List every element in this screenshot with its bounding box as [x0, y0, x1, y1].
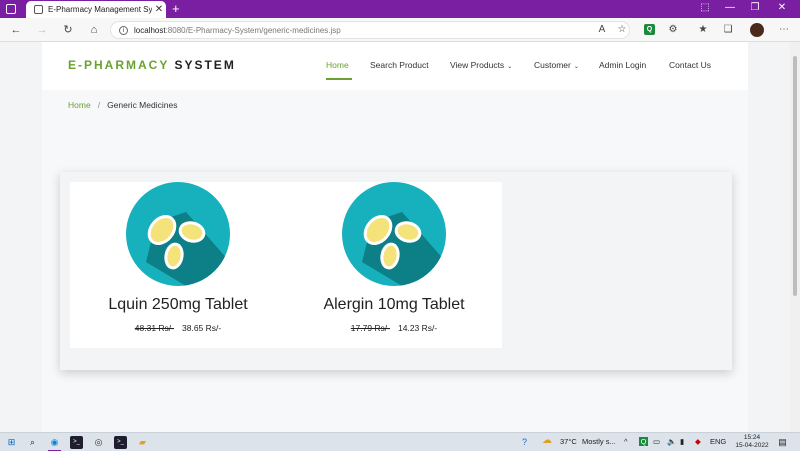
volume-icon[interactable]: 🔈: [667, 437, 676, 446]
weather-icon[interactable]: ☁: [542, 435, 552, 446]
clock-date: 15-04-2022: [735, 442, 769, 449]
nav-search-product[interactable]: Search Product: [370, 60, 429, 70]
extensions-puzzle-icon[interactable]: ⚙: [665, 22, 681, 38]
windows-taskbar: ⊞ ⌕ ◉ >_ ◎ >_ ▰ ? ☁ 37°C Mostly s... ^ Q…: [0, 432, 800, 451]
nav-customer[interactable]: Customer ⌄: [534, 60, 579, 70]
terminal-icon[interactable]: >_: [70, 436, 83, 449]
original-price: 48.31 Rs/-: [134, 323, 174, 333]
network-icon[interactable]: ▭: [653, 437, 660, 446]
products-grid: Lquin 250mg Tablet 48.31 Rs/- 38.65 Rs/-: [70, 182, 502, 348]
site-container: E-PHARMACY SYSTEM Home Search Product Vi…: [42, 42, 748, 432]
discounted-price: 14.23 Rs/-: [398, 323, 438, 333]
breadcrumb-home-link[interactable]: Home: [68, 100, 91, 110]
weather-text[interactable]: Mostly s...: [582, 437, 616, 446]
weather-temp[interactable]: 37°C: [560, 437, 577, 446]
tab-title: E-Pharmacy Management Syste: [48, 5, 152, 14]
browser-tab-strip: E-Pharmacy Management Syste ✕ + ⬚ — ❐ ✕: [0, 0, 800, 18]
notifications-icon[interactable]: ▤: [776, 436, 789, 449]
back-button[interactable]: ←: [8, 22, 24, 38]
restore-button[interactable]: ❐: [745, 2, 765, 13]
minimize-button[interactable]: —: [720, 2, 740, 13]
close-tab-icon[interactable]: ✕: [152, 4, 166, 15]
chevron-up-icon[interactable]: ^: [624, 437, 628, 446]
nav-customer-label: Customer: [534, 60, 571, 70]
console-icon[interactable]: >_: [114, 436, 127, 449]
refresh-button[interactable]: ↻: [60, 22, 76, 38]
product-name[interactable]: Alergin 10mg Tablet: [286, 296, 502, 314]
forward-button[interactable]: →: [34, 22, 50, 38]
product-price: 48.31 Rs/- 38.65 Rs/-: [70, 323, 286, 333]
breadcrumb-separator: /: [97, 100, 101, 110]
page-scrollbar[interactable]: [790, 42, 800, 432]
site-logo[interactable]: E-PHARMACY SYSTEM: [68, 58, 236, 72]
window-menu-icon[interactable]: [6, 4, 16, 14]
more-menu-icon[interactable]: ⋯: [776, 22, 792, 38]
url-host: localhost: [134, 25, 166, 35]
site-info-icon[interactable]: i: [119, 25, 128, 35]
site-header: E-PHARMACY SYSTEM Home Search Product Vi…: [42, 42, 748, 90]
browser-tab[interactable]: E-Pharmacy Management Syste ✕: [26, 1, 166, 18]
page-favicon-icon: [34, 5, 43, 14]
breadcrumb-current: Generic Medicines: [107, 100, 178, 110]
home-button[interactable]: ⌂: [86, 22, 102, 38]
page-viewport: E-PHARMACY SYSTEM Home Search Product Vi…: [0, 42, 790, 432]
battery-icon[interactable]: ▮: [680, 437, 684, 446]
read-aloud-icon[interactable]: A: [594, 22, 610, 38]
nav-home[interactable]: Home: [326, 60, 349, 70]
chevron-down-icon: ⌄: [573, 64, 579, 70]
edge-browser-icon[interactable]: ◉: [48, 436, 61, 449]
extension-icon[interactable]: Q: [644, 24, 655, 35]
profile-menu-icon[interactable]: ⬚: [695, 2, 715, 13]
new-tab-button[interactable]: +: [172, 1, 180, 16]
close-window-button[interactable]: ✕: [772, 2, 792, 13]
language-indicator[interactable]: ENG: [710, 437, 726, 446]
security-icon[interactable]: ◆: [695, 437, 701, 446]
favorites-icon[interactable]: ★: [695, 22, 711, 38]
nav-contact-us[interactable]: Contact Us: [669, 60, 711, 70]
pill-image-icon: [342, 182, 446, 286]
favorite-star-icon[interactable]: ☆: [614, 22, 630, 38]
products-panel: Lquin 250mg Tablet 48.31 Rs/- 38.65 Rs/-: [60, 172, 732, 370]
clock-time: 15:24: [743, 434, 761, 441]
product-card[interactable]: Lquin 250mg Tablet 48.31 Rs/- 38.65 Rs/-: [70, 182, 286, 348]
url-path: :8080/E-Pharmacy-System/generic-medicine…: [165, 25, 341, 35]
nav-active-indicator: [326, 78, 352, 80]
original-price: 17.79 Rs/-: [350, 323, 390, 333]
product-name[interactable]: Lquin 250mg Tablet: [70, 296, 286, 314]
product-card[interactable]: Alergin 10mg Tablet 17.79 Rs/- 14.23 Rs/-: [286, 182, 502, 348]
nav-admin-login[interactable]: Admin Login: [599, 60, 646, 70]
product-price: 17.79 Rs/- 14.23 Rs/-: [286, 323, 502, 333]
help-icon[interactable]: ?: [518, 436, 531, 449]
address-bar[interactable]: i localhost:8080/E-Pharmacy-System/gener…: [110, 21, 630, 39]
nav-view-products-label: View Products: [450, 60, 505, 70]
collections-icon[interactable]: ❏: [720, 22, 736, 38]
file-explorer-icon[interactable]: ▰: [136, 436, 149, 449]
profile-avatar[interactable]: [750, 23, 764, 37]
search-icon[interactable]: ⌕: [26, 436, 39, 449]
scrollbar-thumb[interactable]: [793, 56, 797, 296]
discounted-price: 38.65 Rs/-: [182, 323, 222, 333]
breadcrumb: Home / Generic Medicines: [68, 100, 177, 110]
browser-toolbar: ← → ↻ ⌂ i localhost:8080/E-Pharmacy-Syst…: [0, 18, 800, 42]
start-icon[interactable]: ⊞: [5, 436, 18, 449]
app-icon[interactable]: ◎: [92, 436, 105, 449]
tray-app-icon[interactable]: Q: [639, 437, 648, 446]
pill-image-icon: [126, 182, 230, 286]
nav-view-products[interactable]: View Products ⌄: [450, 60, 512, 70]
clock[interactable]: 15:24 15-04-2022: [734, 434, 770, 450]
chevron-down-icon: ⌄: [507, 64, 513, 70]
